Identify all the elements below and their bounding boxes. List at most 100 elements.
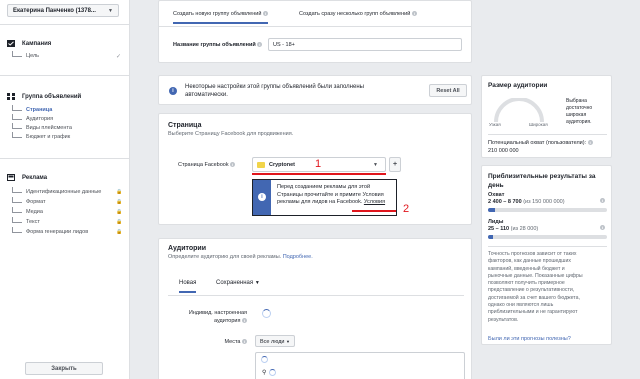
tree-line: [12, 216, 22, 223]
tab-new-audience[interactable]: Новая: [179, 280, 197, 293]
adgroup-name-value: US - 18+: [273, 41, 295, 48]
sidebar-item-label: Бюджет и график: [26, 134, 71, 140]
account-selector[interactable]: Екатерина Панченко (1378... ▼: [7, 4, 119, 17]
reach-label: Охват: [488, 192, 505, 198]
tab-label: Сохраненная: [216, 280, 254, 286]
sidebar-item-label: Аудитория: [26, 116, 54, 122]
terms-link[interactable]: Условия: [364, 199, 385, 205]
section-title: Страница: [168, 122, 202, 129]
tab-create-multiple[interactable]: Создать сразу несколько групп объявлений…: [299, 11, 417, 17]
sidebar-item-text: Текст 🔒: [12, 216, 122, 225]
warning-line: рекламы для лидов на Facebook.: [277, 199, 363, 205]
potential-reach-label: Потенциальный охват (пользователи): i: [488, 140, 593, 146]
sidebar-item-label: Форма генерации лидов: [26, 229, 89, 235]
info-icon[interactable]: i: [257, 42, 263, 48]
sidebar-item-label: Страница: [26, 107, 53, 113]
leads-value: 25 – 110: [488, 226, 510, 232]
tree-line: [12, 104, 22, 111]
sidebar-section-adgroup[interactable]: Группа объявлений: [7, 93, 81, 100]
tab-label: Новая: [179, 280, 197, 286]
places-label-text: Места: [224, 339, 241, 345]
annotation-underline-1: [252, 173, 386, 175]
loading-spinner: [261, 356, 268, 363]
reach-total: (из 150 000 000): [523, 199, 565, 205]
reset-all-button[interactable]: Reset All: [429, 84, 467, 97]
warning-text: Перед созданием рекламы для этой Страниц…: [277, 184, 385, 207]
info-icon[interactable]: i: [600, 198, 605, 203]
description-line: Выбрана: [566, 98, 587, 104]
add-page-button[interactable]: +: [389, 157, 401, 172]
location-pin-icon: ⚲: [262, 370, 267, 376]
section-title: Аудитории: [168, 245, 207, 252]
tree-line: [12, 131, 22, 138]
fb-page-label-text: Страница Facebook: [178, 162, 229, 168]
divider: [488, 134, 607, 135]
adgroup-name-panel: Создать новую группу объявлений i Создат…: [158, 0, 472, 63]
sidebar-section-campaign[interactable]: Кампания: [7, 40, 51, 47]
chevron-down-icon: ▼: [286, 339, 290, 344]
forecast-feedback-link[interactable]: Были ли эти прогнозы полезны?: [488, 336, 571, 342]
adgroup-name-input[interactable]: US - 18+: [268, 38, 462, 51]
chevron-down-icon: ▼: [108, 7, 113, 14]
info-icon: i: [169, 87, 177, 95]
sidebar-item-label: Формат: [26, 199, 46, 205]
info-icon: i: [258, 193, 266, 201]
gauge-wide-label: Широкая: [529, 122, 548, 127]
places-dropdown-value: Все люди: [259, 339, 285, 345]
panel-title-line: Приблизительные результаты за: [488, 173, 596, 180]
tab-label: Создать новую группу объявлений: [173, 11, 262, 17]
sidebar-item-placements[interactable]: Виды плейсмента: [12, 122, 72, 131]
sidebar-item-label: Текст: [26, 219, 40, 225]
adgroup-name-label-text: Название группы объявлений: [173, 42, 256, 48]
chevron-down-icon: ▼: [373, 161, 378, 168]
tree-line: [12, 196, 22, 203]
close-button[interactable]: Закрыть: [25, 362, 103, 375]
info-icon[interactable]: i: [600, 225, 605, 230]
sidebar-section-label: Кампания: [22, 40, 52, 47]
panel-title-line: день: [488, 182, 504, 189]
sidebar-item-label: Медиа: [26, 209, 43, 215]
reach-bar-fill: [488, 208, 496, 212]
custom-audience-label: Индивид. настроенная аудитория i: [177, 309, 247, 325]
tree-line: [12, 122, 22, 129]
sidebar-item-goal[interactable]: Цель: [12, 50, 40, 59]
sidebar-section-label: Реклама: [22, 174, 48, 181]
sidebar-item-page[interactable]: Страница: [12, 104, 53, 113]
sidebar-section-label: Группа объявлений: [22, 93, 82, 100]
tree-line: [12, 206, 22, 213]
reach-bar: [488, 208, 607, 212]
location-input[interactable]: ⚲: [255, 352, 465, 379]
places-dropdown[interactable]: Все люди ▼: [255, 335, 295, 347]
audience-description: Выбрана достаточно широкая аудитория.: [566, 98, 592, 126]
tab-label: Создать сразу несколько групп объявлений: [299, 11, 411, 17]
note-line: Точность прогнозов зависит от таких: [488, 251, 577, 257]
description-line: аудитория.: [566, 119, 592, 125]
audience-gauge: [494, 98, 544, 123]
info-icon[interactable]: i: [242, 318, 247, 324]
tab-saved-audience[interactable]: Сохраненная ▼: [216, 280, 260, 286]
sidebar-item-lead-form: Форма генерации лидов 🔒: [12, 226, 122, 235]
potential-reach-label-text: Потенциальный охват (пользователи):: [488, 140, 587, 146]
page-avatar-icon: [257, 161, 265, 168]
learn-more-link[interactable]: Подробнее.: [283, 254, 313, 260]
info-icon[interactable]: i: [411, 11, 417, 17]
sidebar-item-audience[interactable]: Аудитория: [12, 113, 54, 122]
subtitle-text: Определите аудиторию для своей рекламы.: [168, 254, 282, 260]
note-line: достигаемой за счет вашего бюджета,: [488, 294, 580, 301]
reach-range: 2 400 – 8 700 (из 150 000 000): [488, 199, 565, 205]
sidebar-section-ad[interactable]: Реклама: [7, 174, 47, 181]
info-icon[interactable]: i: [230, 162, 236, 168]
sidebar-item-label: Цель: [26, 53, 40, 59]
panel-title: Размер аудитории: [488, 82, 548, 89]
info-icon[interactable]: i: [262, 11, 268, 17]
lock-icon: 🔒: [116, 229, 123, 235]
divider: [0, 24, 130, 25]
sidebar-item-budget[interactable]: Бюджет и график: [12, 131, 71, 140]
campaign-icon: [7, 40, 15, 47]
info-icon[interactable]: i: [587, 140, 593, 146]
account-name: Екатерина Панченко (1378...: [13, 7, 96, 14]
tab-create-new[interactable]: Создать новую группу объявлений i: [173, 11, 268, 24]
note-line: однако они являются лишь: [488, 302, 554, 309]
info-icon[interactable]: i: [242, 339, 247, 345]
estimated-results-panel: Приблизительные результаты за день Охват…: [481, 165, 612, 345]
